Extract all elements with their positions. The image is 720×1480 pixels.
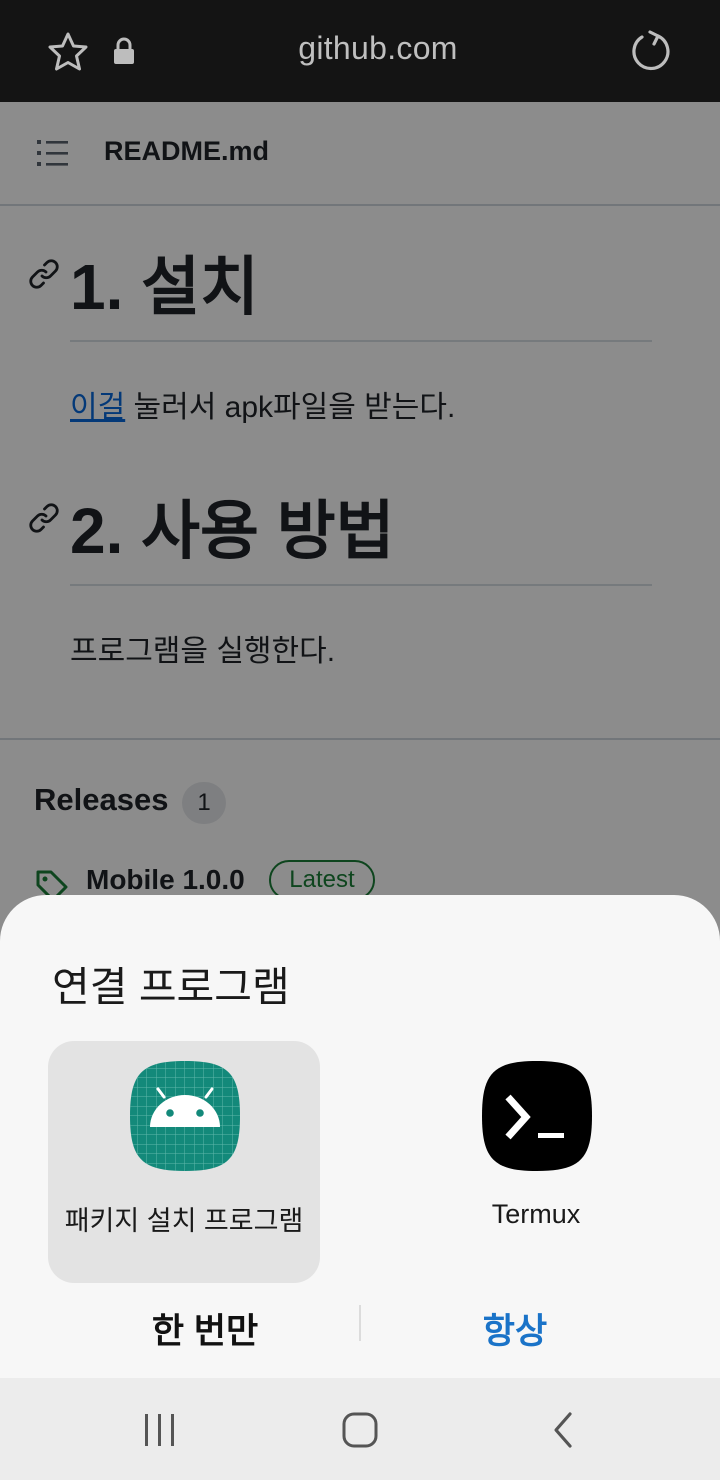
actions-divider	[359, 1305, 361, 1341]
app-label: 패키지 설치 프로그램	[64, 1206, 304, 1236]
just-once-button[interactable]: 한 번만	[60, 1303, 350, 1354]
recent-apps-icon[interactable]	[140, 1410, 180, 1450]
app-option-termux[interactable]: Termux	[400, 1041, 672, 1283]
sheet-title: 연결 프로그램	[52, 964, 290, 1010]
url-text[interactable]: github.com	[0, 30, 720, 67]
home-icon[interactable]	[340, 1410, 380, 1450]
open-with-sheet: 연결 프로그램 패키지 설치 프로그램 Termux 한 번만 항상	[0, 895, 720, 1378]
system-navigation-bar	[0, 1378, 720, 1480]
android-package-installer-icon	[130, 1061, 240, 1171]
always-button[interactable]: 항상	[370, 1303, 660, 1354]
reload-icon[interactable]	[628, 28, 674, 74]
browser-toolbar: github.com	[0, 0, 720, 102]
termux-icon	[482, 1061, 592, 1171]
sheet-actions: 한 번만 항상	[0, 1295, 720, 1355]
app-label: Termux	[491, 1199, 581, 1229]
app-option-package-installer[interactable]: 패키지 설치 프로그램	[48, 1041, 320, 1283]
back-icon[interactable]	[544, 1410, 584, 1450]
